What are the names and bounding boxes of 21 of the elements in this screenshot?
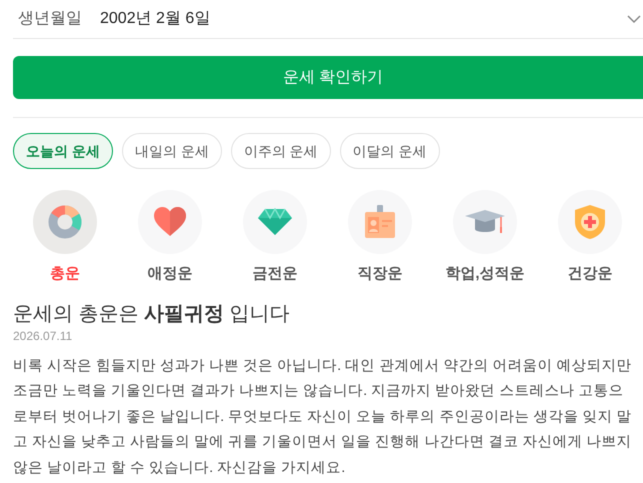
id-card-icon xyxy=(364,205,396,239)
field-label: 생년월일 xyxy=(18,9,82,29)
date-value[interactable]: 2002년 2월 6일 xyxy=(100,7,627,31)
tab[interactable]: 오늘의 운세 xyxy=(13,133,113,169)
category-label: 학업,성적운 xyxy=(445,264,525,284)
chevron-down-icon[interactable] xyxy=(627,14,641,24)
donut-chart-icon xyxy=(48,205,82,239)
category-label: 총운 xyxy=(50,264,80,284)
category-label: 금전운 xyxy=(252,264,298,284)
category-label: 애정운 xyxy=(148,264,192,284)
result-title: 운세의 총운은 사필귀정 입니다 xyxy=(13,302,291,326)
result-date: 2026.07.11 xyxy=(13,328,74,344)
gem-icon xyxy=(257,208,293,236)
category-label: 건강운 xyxy=(568,264,612,284)
tab[interactable]: 이달의 운세 xyxy=(340,133,440,169)
tab[interactable]: 이주의 운세 xyxy=(230,133,331,169)
heart-icon xyxy=(153,206,187,238)
category-label: 직장운 xyxy=(358,264,402,284)
shield-icon xyxy=(574,204,606,240)
fortune-text: 비록 시작은 힘들지만 성과가 나쁜 것은 아닙니다. 대인 관계에서 약간의 어려움이 예상되지만 조금만 노력을 기울인다면 결과가 나쁘지는 않습니다. 지금까지 받아왔던 스트레스나 고통으로부터 벗어나기 좋은 날입니다. 무엇보다도 자신이 오늘 하루의 주인공이라는 생각을 잊지 말고 자신을 낮추고 사람들의 말에 귀를 기울이면서 일을 진행해 나간다면 결코 자신에게 나쁘지 않은 날이라고 할 수 있습니다. 자신감을 가지세요. xyxy=(13,356,632,478)
tab[interactable]: 내일의 운세 xyxy=(122,133,222,169)
